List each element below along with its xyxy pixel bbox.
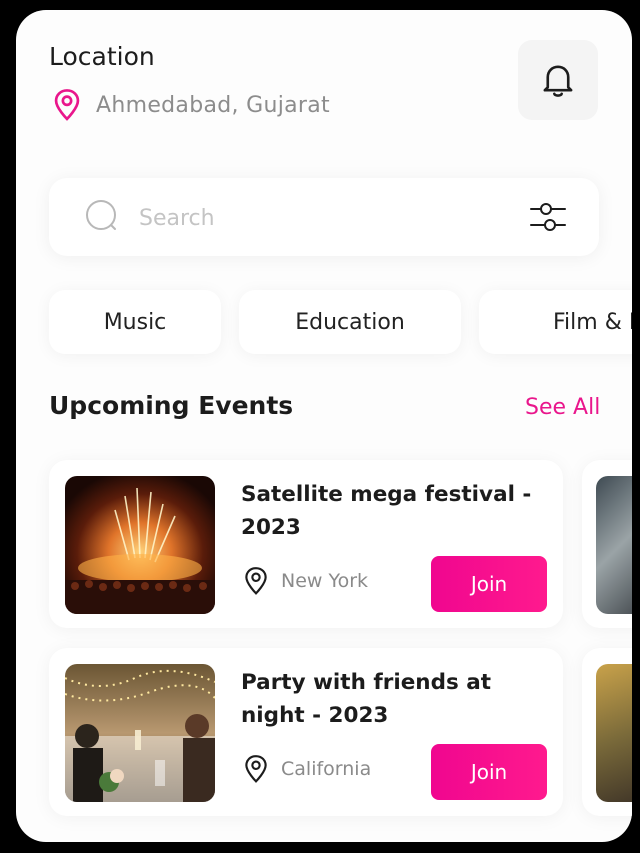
event-card[interactable]: Satellite mega festival - 2023 New York …	[49, 460, 563, 628]
join-button[interactable]: Join	[431, 744, 547, 800]
search-icon	[86, 200, 116, 230]
event-card-peek[interactable]	[582, 460, 632, 628]
event-location-text: New York	[281, 570, 369, 592]
search-bar	[49, 178, 599, 256]
event-title: Party with friends at night - 2023	[241, 670, 492, 728]
map-pin-icon	[54, 89, 80, 121]
join-button[interactable]: Join	[431, 556, 547, 612]
event-card-peek[interactable]	[582, 648, 632, 816]
location-selector[interactable]: Ahmedabad, Gujarat	[52, 88, 330, 122]
category-chip-film[interactable]: Film & M	[479, 290, 632, 354]
section-title: Upcoming Events	[49, 391, 294, 420]
event-card[interactable]: Party with friends at night - 2023 Calif…	[49, 648, 563, 816]
filter-sliders-icon[interactable]	[527, 196, 569, 238]
phone-screen: Location Ahmedabad, Gujarat Music Educat…	[16, 10, 632, 842]
search-input[interactable]	[137, 198, 501, 238]
bell-icon	[543, 65, 573, 97]
category-chip-music[interactable]: Music	[49, 290, 221, 354]
event-title: Satellite mega festival - 2023	[241, 482, 532, 540]
event-location: New York	[243, 566, 368, 596]
notification-button[interactable]	[518, 40, 598, 120]
event-image-peek	[596, 664, 632, 802]
location-pin-icon	[245, 755, 267, 783]
event-image-party	[65, 664, 215, 802]
category-chip-education[interactable]: Education	[239, 290, 461, 354]
location-pin-icon	[245, 567, 267, 595]
event-location-text: California	[281, 758, 372, 780]
see-all-link[interactable]: See All	[525, 395, 600, 420]
event-location: California	[243, 754, 371, 784]
event-image-peek	[596, 476, 632, 614]
event-image-festival	[65, 476, 215, 614]
location-value: Ahmedabad, Gujarat	[96, 92, 330, 118]
location-label: Location	[49, 42, 155, 71]
